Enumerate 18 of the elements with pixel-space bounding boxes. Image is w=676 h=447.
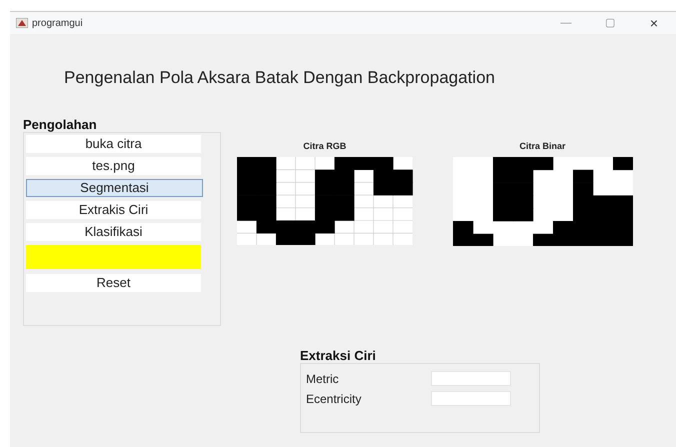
close-button[interactable]: × xyxy=(632,12,676,34)
panel-button[interactable]: Reset xyxy=(26,274,201,292)
file-name-text: tes.png xyxy=(26,156,201,174)
panel-button[interactable]: Extrakis Ciri xyxy=(26,200,201,218)
axes-title: Citra RGB xyxy=(303,140,346,152)
heading: Pengenalan Pola Aksara Batak Dengan Backpropagation xyxy=(64,67,496,89)
panel-button[interactable]: Klasifikasi xyxy=(26,222,201,240)
panel-title: Extraksi Ciri xyxy=(300,348,377,362)
window-title: programgui xyxy=(32,16,83,30)
axes-title: Citra Binar xyxy=(519,140,566,152)
panel-button[interactable]: Segmentasi xyxy=(26,178,203,196)
app-icon xyxy=(16,18,28,28)
panel-title: Pengolahan xyxy=(23,116,98,132)
field-label: Metric xyxy=(306,370,340,388)
input-field[interactable] xyxy=(431,391,511,406)
field-label: Ecentricity xyxy=(306,390,362,408)
input-field[interactable] xyxy=(431,371,511,386)
panel-button[interactable]: buka citra xyxy=(26,134,201,152)
